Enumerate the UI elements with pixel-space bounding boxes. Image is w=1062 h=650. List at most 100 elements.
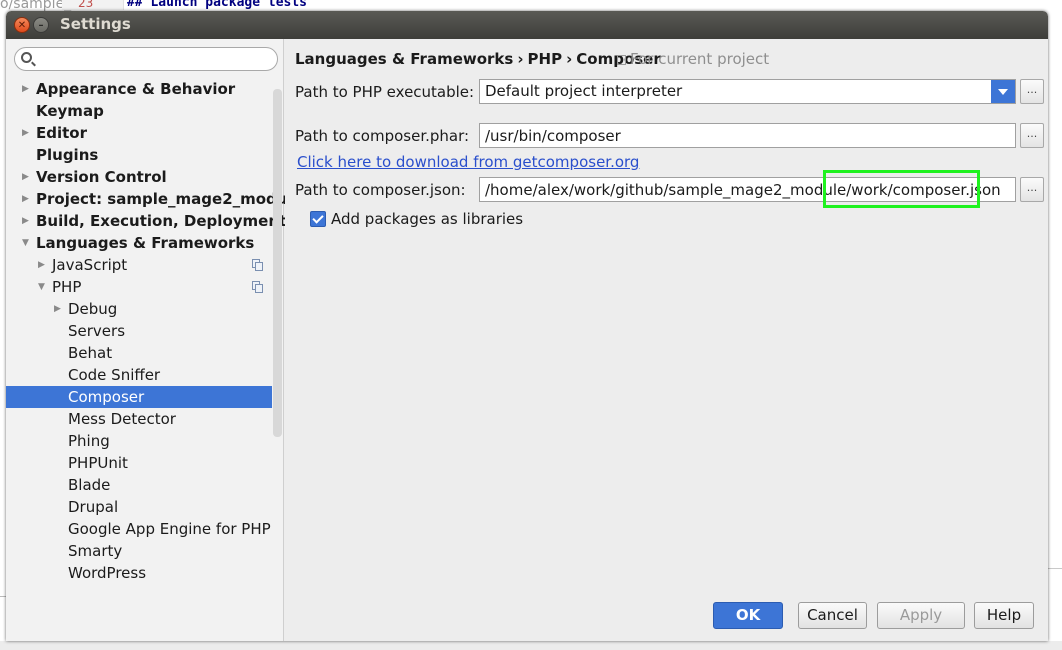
search-input[interactable] xyxy=(37,50,273,68)
composer-phar-browse-button[interactable]: ... xyxy=(1020,123,1044,148)
background-line-number: 23 xyxy=(78,0,94,10)
sidebar-item-build-execution-deployment[interactable]: ▶ Build, Execution, Deployment xyxy=(6,210,286,232)
sidebar-item-label: Project: sample_mage2_module xyxy=(36,190,303,208)
sidebar-item-label: PHP xyxy=(52,278,82,296)
sidebar-item-label: Languages & Frameworks xyxy=(36,234,255,252)
sidebar-item-php[interactable]: ▼ PHP xyxy=(6,276,272,298)
sidebar-item-wordpress[interactable]: WordPress xyxy=(6,562,272,584)
sidebar-item-behat[interactable]: Behat xyxy=(6,342,272,364)
composer-json-browse-button[interactable]: ... xyxy=(1020,177,1044,202)
breadcrumb-separator: › xyxy=(566,50,573,68)
breadcrumb: Languages & Frameworks › PHP › Composer xyxy=(295,50,661,68)
scope-note: For current project xyxy=(617,50,769,68)
sidebar-item-drupal[interactable]: Drupal xyxy=(6,496,272,518)
scope-label: For current project xyxy=(630,50,770,68)
sidebar-item-label: Phing xyxy=(68,432,110,450)
sidebar-item-label: Google App Engine for PHP xyxy=(68,520,271,538)
breadcrumb-languages: Languages & Frameworks xyxy=(295,50,514,68)
sidebar-item-phing[interactable]: Phing xyxy=(6,430,272,452)
sidebar-scrollbar[interactable] xyxy=(273,89,282,437)
sidebar-item-blade[interactable]: Blade xyxy=(6,474,272,496)
sidebar-item-google-app-engine-for-php[interactable]: Google App Engine for PHP xyxy=(6,518,272,540)
collapsed-arrow-icon[interactable]: ▶ xyxy=(22,122,29,144)
sidebar-item-label: Debug xyxy=(68,300,118,318)
sidebar-item-label: Mess Detector xyxy=(68,410,176,428)
sidebar-item-code-sniffer[interactable]: Code Sniffer xyxy=(6,364,272,386)
sidebar-item-version-control[interactable]: ▶ Version Control xyxy=(6,166,272,188)
background-status-bar xyxy=(0,641,1062,650)
minimize-window-button[interactable]: – xyxy=(33,17,49,33)
title-bar: ✕ – Settings xyxy=(6,11,1048,39)
sidebar-item-label: Editor xyxy=(36,124,87,142)
copy-icon xyxy=(252,259,263,271)
sidebar-item-label: Servers xyxy=(68,322,126,340)
breadcrumb-separator: › xyxy=(517,50,524,68)
sidebar-item-appearance-behavior[interactable]: ▶ Appearance & Behavior xyxy=(6,78,272,100)
add-packages-checkbox[interactable] xyxy=(310,211,326,227)
sidebar-item-debug[interactable]: ▶ Debug xyxy=(6,298,272,320)
collapsed-arrow-icon[interactable]: ▶ xyxy=(22,78,29,100)
sidebar-item-plugins[interactable]: Plugins xyxy=(6,144,272,166)
sidebar-item-label: WordPress xyxy=(68,564,147,582)
sidebar-item-languages-frameworks[interactable]: ▼ Languages & Frameworks xyxy=(6,232,272,254)
sidebar-item-label: Appearance & Behavior xyxy=(36,80,236,98)
expanded-arrow-icon[interactable]: ▼ xyxy=(22,232,29,254)
help-button[interactable]: Help xyxy=(974,602,1034,629)
expanded-arrow-icon[interactable]: ▼ xyxy=(38,276,45,298)
php-executable-value: Default project interpreter xyxy=(485,82,683,100)
project-scope-icon xyxy=(617,55,626,65)
sidebar-item-servers[interactable]: Servers xyxy=(6,320,272,342)
composer-phar-field[interactable] xyxy=(479,123,1016,148)
sidebar-item-javascript[interactable]: ▶ JavaScript xyxy=(6,254,272,276)
sidebar-item-composer[interactable]: Composer xyxy=(6,386,272,408)
collapsed-arrow-icon[interactable]: ▶ xyxy=(22,188,29,210)
download-composer-link[interactable]: Click here to download from getcomposer.… xyxy=(297,153,639,171)
sidebar-item-label: Blade xyxy=(68,476,111,494)
window-title: Settings xyxy=(60,15,131,33)
sidebar-item-editor[interactable]: ▶ Editor xyxy=(6,122,272,144)
php-executable-browse-button[interactable]: ... xyxy=(1020,79,1044,104)
annotation-highlight-box xyxy=(823,170,980,208)
composer-phar-input[interactable] xyxy=(485,124,1015,147)
sidebar-item-label: Plugins xyxy=(36,146,99,164)
sidebar-item-label: Composer xyxy=(68,388,145,406)
sidebar-item-label: Keymap xyxy=(36,102,104,120)
search-icon xyxy=(21,52,32,63)
collapsed-arrow-icon[interactable]: ▶ xyxy=(22,210,29,232)
background-divider xyxy=(1048,568,1062,569)
background-code-line: ## Launch package tests xyxy=(127,0,308,10)
breadcrumb-php: PHP xyxy=(527,50,563,68)
sidebar-item-label: Drupal xyxy=(68,498,119,516)
cancel-button[interactable]: Cancel xyxy=(798,602,867,629)
php-executable-label: Path to PHP executable: xyxy=(295,83,475,101)
apply-button[interactable]: Apply xyxy=(877,602,965,629)
settings-dialog: ✕ – Settings ▶ Appearance & Behavior Keyma… xyxy=(6,11,1048,641)
sidebar-item-project-sample-mage2-module[interactable]: ▶ Project: sample_mage2_module xyxy=(6,188,303,210)
sidebar-item-label: PHPUnit xyxy=(68,454,128,472)
composer-json-label: Path to composer.json: xyxy=(295,181,466,199)
sidebar-item-keymap[interactable]: Keymap xyxy=(6,100,272,122)
composer-phar-label: Path to composer.phar: xyxy=(295,127,470,145)
sidebar-item-label: JavaScript xyxy=(52,256,128,274)
sidebar-item-mess-detector[interactable]: Mess Detector xyxy=(6,408,272,430)
sidebar-item-smarty[interactable]: Smarty xyxy=(6,540,272,562)
collapsed-arrow-icon[interactable]: ▶ xyxy=(22,166,29,188)
php-executable-select[interactable]: Default project interpreter xyxy=(479,79,1016,104)
background-right-panel xyxy=(1048,0,1062,650)
settings-sidebar: ▶ Appearance & Behavior Keymap ▶ Editor Plugi… xyxy=(6,39,303,641)
sidebar-item-label: Version Control xyxy=(36,168,167,186)
sidebar-item-phpunit[interactable]: PHPUnit xyxy=(6,452,272,474)
add-packages-label[interactable]: Add packages as libraries xyxy=(331,210,523,228)
chevron-down-icon[interactable] xyxy=(991,80,1015,103)
sidebar-item-label: Code Sniffer xyxy=(68,366,161,384)
collapsed-arrow-icon[interactable]: ▶ xyxy=(38,254,45,276)
collapsed-arrow-icon[interactable]: ▶ xyxy=(54,298,61,320)
close-window-button[interactable]: ✕ xyxy=(14,17,30,33)
ok-button[interactable]: OK xyxy=(713,602,783,629)
sidebar-item-label: Behat xyxy=(68,344,113,362)
search-box[interactable] xyxy=(14,47,278,71)
sidebar-item-label: Smarty xyxy=(68,542,123,560)
sidebar-item-label: Build, Execution, Deployment xyxy=(36,212,287,230)
copy-icon xyxy=(252,281,263,293)
settings-main-panel: Languages & Frameworks › PHP › Composer For … xyxy=(285,39,1048,641)
